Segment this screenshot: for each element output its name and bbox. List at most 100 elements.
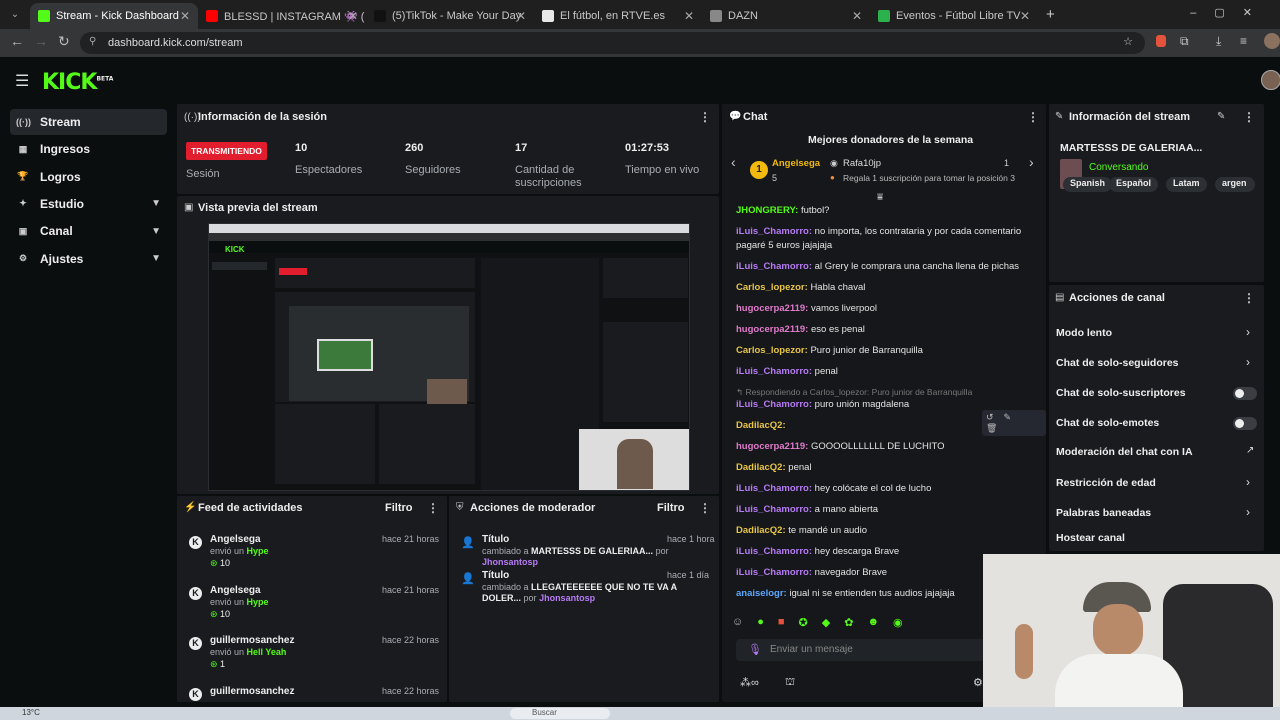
taskbar-search[interactable]: Buscar xyxy=(510,708,610,719)
stream-tag[interactable]: Latam xyxy=(1166,177,1207,192)
chevron-right-icon[interactable]: › xyxy=(1246,355,1250,369)
sidebar-item-ajustes[interactable]: ⚙ Ajustes ▼ xyxy=(10,246,167,272)
toggle-switch[interactable] xyxy=(1233,417,1257,430)
chat-username[interactable]: Carlos_lopezor: xyxy=(736,282,808,293)
toggle-switch[interactable] xyxy=(1233,387,1257,400)
chat-username[interactable]: hugocerpa2119: xyxy=(736,441,808,452)
download-icon[interactable]: ⤓ xyxy=(1216,34,1221,49)
sidebar-item-logros[interactable]: 🏆 Logros xyxy=(10,164,167,190)
chat-username[interactable]: iLuis_Chamorro: xyxy=(736,546,812,557)
site-info-icon[interactable]: ⚲ xyxy=(89,36,96,47)
new-tab-button[interactable]: + xyxy=(1046,6,1055,23)
sidebar-item-stream[interactable]: ((·)) Stream xyxy=(10,109,167,135)
tab-close-icon[interactable]: ✕ xyxy=(180,9,190,23)
chat-username[interactable]: iLuis_Chamorro: xyxy=(736,261,812,272)
reload-icon[interactable]: ↻ xyxy=(58,33,70,50)
browser-tab[interactable]: El fútbol, en RTVE.es ✕ xyxy=(534,3,702,29)
profile-avatar[interactable] xyxy=(1264,33,1280,49)
chat-username[interactable]: iLuis_Chamorro: xyxy=(736,366,812,377)
chat-username[interactable]: JHONGRERY: xyxy=(736,205,798,216)
emote-icon[interactable]: ■ xyxy=(778,616,785,632)
user-avatar[interactable] xyxy=(1261,70,1280,90)
chevron-right-icon[interactable]: › xyxy=(1246,475,1250,489)
mod-detail-user[interactable]: Jhonsantosp xyxy=(539,593,595,603)
window-controls[interactable]: –▢✕ xyxy=(1190,6,1270,19)
channel-action-item[interactable]: Modo lento xyxy=(1056,327,1112,339)
channel-action-item[interactable]: Chat de solo-seguidores xyxy=(1056,357,1179,369)
emote-picker-icon[interactable]: ⁂∞ xyxy=(740,676,759,689)
message-actions[interactable]: ↺✎🗑 xyxy=(982,410,1046,436)
feed-username[interactable]: Angelsega xyxy=(210,534,261,545)
session-menu-icon[interactable]: ⋮ xyxy=(699,110,711,124)
tab-close-icon[interactable]: ✕ xyxy=(348,9,358,23)
media-icon[interactable]: ≡ xyxy=(1240,34,1247,48)
kick-logo[interactable]: KICKBETA xyxy=(42,70,113,95)
mod-filter-button[interactable]: Filtro xyxy=(657,502,685,514)
chat-input[interactable]: 🎙 Enviar un mensaje xyxy=(736,639,996,661)
emote-icon[interactable]: ✪ xyxy=(799,616,808,632)
chevron-right-icon[interactable]: › xyxy=(1246,505,1250,519)
chat-username[interactable]: DadilacQ2: xyxy=(736,525,786,536)
tab-close-icon[interactable]: ✕ xyxy=(684,9,694,23)
tab-search-icon[interactable]: ⌄ xyxy=(0,9,30,20)
back-icon[interactable]: ← xyxy=(10,33,24,49)
stream-tag[interactable]: Spanish xyxy=(1063,177,1113,192)
emote-icon[interactable]: ◆ xyxy=(822,616,830,632)
tab-close-icon[interactable]: ✕ xyxy=(1020,9,1030,23)
tab-close-icon[interactable]: ✕ xyxy=(852,9,862,23)
url-field[interactable]: ⚲ dashboard.kick.com/stream ☆ xyxy=(80,32,1145,54)
emote-icon[interactable]: ☻ xyxy=(867,616,879,632)
microphone-icon[interactable]: 🎙 xyxy=(748,643,762,656)
feed-filter-button[interactable]: Filtro xyxy=(385,502,413,514)
sidebar-item-ingresos[interactable]: ▦ Ingresos xyxy=(10,136,167,162)
chat-settings-icon[interactable]: ⚙ xyxy=(973,676,983,689)
stream-info-menu-icon[interactable]: ⋮ xyxy=(1243,110,1255,124)
feed-username[interactable]: guillermosanchez xyxy=(210,686,294,697)
chevron-down-icon[interactable]: ▼ xyxy=(151,226,161,237)
emote-icon[interactable]: ✿ xyxy=(844,616,853,632)
pin-icon[interactable]: ⩸ xyxy=(877,192,883,203)
external-link-icon[interactable]: ↗ xyxy=(1246,445,1254,456)
menu-icon[interactable]: ☰ xyxy=(15,71,29,91)
sidebar-item-canal[interactable]: ▣ Canal ▼ xyxy=(10,218,167,244)
sidebar-item-estudio[interactable]: ✦ Estudio ▼ xyxy=(10,191,167,217)
extension-icon[interactable] xyxy=(1156,35,1166,47)
channel-action-item[interactable]: Palabras baneadas xyxy=(1056,507,1151,519)
chat-username[interactable]: iLuis_Chamorro: xyxy=(736,226,812,237)
chat-username[interactable]: DadilacQ2: xyxy=(736,462,786,473)
channel-action-item[interactable]: Restricción de edad xyxy=(1056,477,1156,489)
edit-icon[interactable]: ✎ xyxy=(1217,111,1225,122)
stream-tag[interactable]: argen xyxy=(1215,177,1255,192)
emote-icon[interactable]: ◉ xyxy=(893,616,903,632)
stream-preview-video[interactable]: KICK xyxy=(208,223,690,491)
tab-close-icon[interactable]: ✕ xyxy=(516,9,526,23)
donors-prev-icon[interactable]: ‹ xyxy=(731,154,736,170)
feed-username[interactable]: Angelsega xyxy=(210,585,261,596)
feed-menu-icon[interactable]: ⋮ xyxy=(427,501,439,515)
chat-username[interactable]: iLuis_Chamorro: xyxy=(736,567,812,578)
channel-action-item[interactable]: Chat de solo-suscriptores xyxy=(1056,387,1186,399)
chevron-down-icon[interactable]: ▼ xyxy=(151,253,161,264)
chevron-down-icon[interactable]: ▼ xyxy=(151,198,161,209)
donors-next-icon[interactable]: › xyxy=(1029,154,1034,170)
category-name[interactable]: Conversando xyxy=(1089,162,1148,173)
stream-tag[interactable]: Español xyxy=(1109,177,1159,192)
chat-menu-icon[interactable]: ⋮ xyxy=(1027,110,1039,124)
channel-actions-menu-icon[interactable]: ⋮ xyxy=(1243,291,1255,305)
extensions-puzzle-icon[interactable]: ⧉ xyxy=(1180,34,1189,49)
emote-icon[interactable]: ☺ xyxy=(732,616,743,632)
browser-tab[interactable]: BLESSD | INSTAGRAM 👾 ( OFI✕ xyxy=(198,3,366,29)
chat-username[interactable]: hugocerpa2119: xyxy=(736,303,808,314)
channel-action-item[interactable]: Chat de solo-emotes xyxy=(1056,417,1159,429)
chat-username[interactable]: hugocerpa2119: xyxy=(736,324,808,335)
mod-detail-user[interactable]: Jhonsantosp xyxy=(482,557,538,567)
gift-sub-icon[interactable]: ⛫ xyxy=(785,676,795,690)
browser-tab[interactable]: Stream - Kick Dashboard ✕ xyxy=(30,3,198,29)
chevron-right-icon[interactable]: › xyxy=(1246,325,1250,339)
mod-menu-icon[interactable]: ⋮ xyxy=(699,501,711,515)
chat-username[interactable]: DadilacQ2: xyxy=(736,420,786,431)
channel-action-item[interactable]: Moderación del chat con IA xyxy=(1056,446,1193,458)
browser-tab[interactable]: DAZN ✕ xyxy=(702,3,870,29)
forward-icon[interactable]: → xyxy=(34,33,48,49)
browser-tab[interactable]: (5)TikTok - Make Your Day ✕ xyxy=(366,3,534,29)
